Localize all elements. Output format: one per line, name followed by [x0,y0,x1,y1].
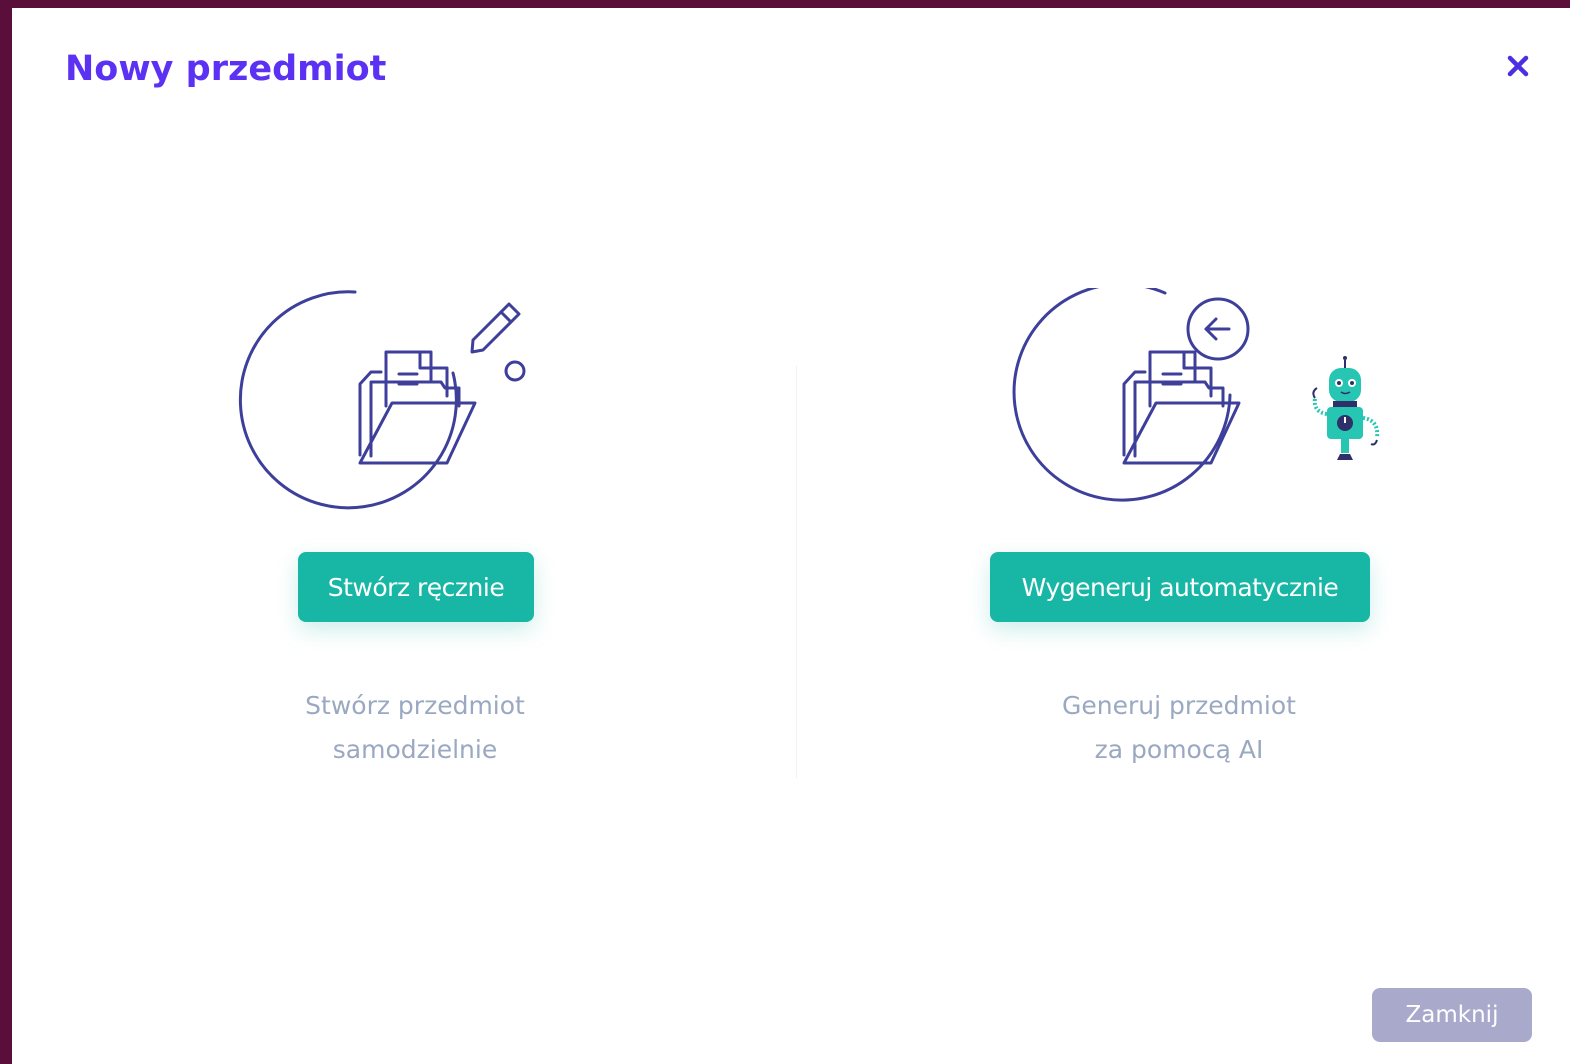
option-manual-description-line1: Stwórz przedmiot [305,691,525,720]
new-subject-modal: Nowy przedmiot Stwórz ręcznie Stwórz prz… [12,8,1570,1064]
create-manually-button[interactable]: Stwórz ręcznie [298,552,534,622]
option-manual: Stwórz ręcznie Stwórz przedmiot samodzie… [155,288,675,788]
folder-with-robot-illustration [1012,288,1380,502]
folder-with-pencil-illustration [238,290,526,510]
option-auto-description: Generuj przedmiot za pomocą AI [919,684,1439,772]
options-divider [796,366,797,778]
close-button[interactable] [1500,48,1536,84]
generate-automatically-button[interactable]: Wygeneruj automatycznie [990,552,1370,622]
close-modal-button[interactable]: Zamknij [1372,988,1532,1042]
option-auto-description-line1: Generuj przedmiot [1062,691,1296,720]
close-icon [1507,55,1529,77]
modal-title: Nowy przedmiot [65,49,387,89]
option-manual-description-line2: samodzielnie [332,735,498,764]
option-manual-description: Stwórz przedmiot samodzielnie [155,684,675,772]
option-auto-description-line2: za pomocą AI [1094,735,1264,764]
robot-icon [1312,356,1380,460]
option-auto: Wygeneruj automatycznie Generuj przedmio… [919,288,1439,788]
